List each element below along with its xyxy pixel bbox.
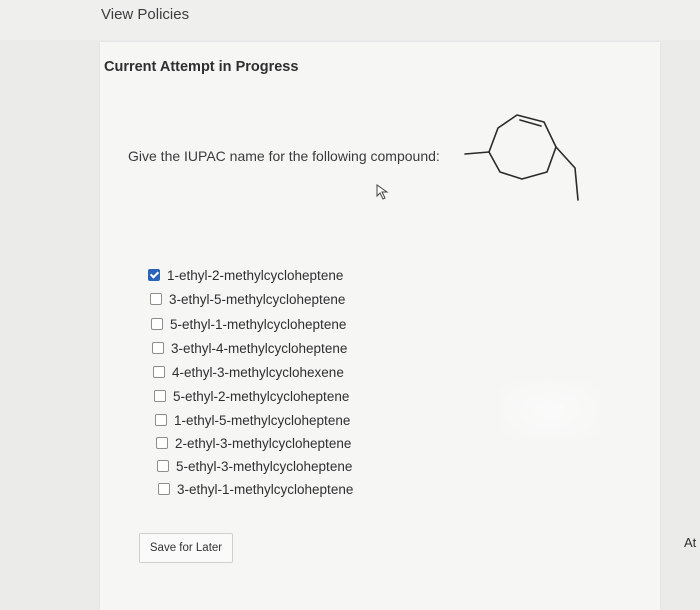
choice-label: 3-ethyl-5-methylcycloheptene [169, 291, 346, 307]
checkbox-checked-icon[interactable] [148, 269, 160, 281]
cycloheptene-ring [488, 114, 557, 180]
checkbox-icon[interactable] [156, 437, 168, 449]
choice-4[interactable]: 3-ethyl-4-methylcycloheptene [152, 338, 347, 358]
checkbox-icon[interactable] [153, 366, 165, 378]
choice-label: 1-ethyl-2-methylcycloheptene [167, 267, 344, 283]
choice-5[interactable]: 4-ethyl-3-methylcyclohexene [153, 362, 344, 382]
ethyl-chain [555, 146, 579, 201]
choice-9[interactable]: 5-ethyl-3-methylcycloheptene [157, 456, 352, 476]
choice-label: 4-ethyl-3-methylcyclohexene [172, 364, 344, 380]
choice-3[interactable]: 5-ethyl-1-methylcycloheptene [151, 314, 346, 334]
checkbox-icon[interactable] [152, 342, 164, 354]
choice-label: 5-ethyl-2-methylcycloheptene [173, 388, 350, 404]
checkbox-icon[interactable] [154, 390, 166, 402]
choice-label: 5-ethyl-3-methylcycloheptene [176, 458, 353, 474]
checkbox-icon[interactable] [155, 414, 167, 426]
choice-label: 1-ethyl-5-methylcycloheptene [174, 412, 351, 428]
question-prompt: Give the IUPAC name for the following co… [128, 148, 440, 164]
choice-label: 3-ethyl-4-methylcycloheptene [171, 340, 348, 356]
choice-7[interactable]: 1-ethyl-5-methylcycloheptene [155, 410, 350, 430]
choice-label: 5-ethyl-1-methylcycloheptene [170, 316, 347, 332]
mouse-pointer-icon [376, 184, 389, 200]
choice-6[interactable]: 5-ethyl-2-methylcycloheptene [154, 386, 349, 406]
molecule-structure-image [464, 114, 579, 201]
methyl-bond [464, 151, 490, 155]
choice-label: 3-ethyl-1-methylcycloheptene [177, 481, 354, 497]
save-for-later-button[interactable]: Save for Later [139, 533, 233, 563]
choice-1[interactable]: 1-ethyl-2-methylcycloheptene [148, 265, 343, 285]
cut-off-text: At [684, 535, 697, 550]
view-policies-link[interactable]: View Policies [101, 6, 189, 23]
attempt-heading: Current Attempt in Progress [104, 59, 299, 75]
choice-label: 2-ethyl-3-methylcycloheptene [175, 435, 352, 451]
checkbox-icon[interactable] [157, 460, 169, 472]
choice-2[interactable]: 3-ethyl-5-methylcycloheptene [150, 289, 345, 309]
choice-8[interactable]: 2-ethyl-3-methylcycloheptene [156, 433, 351, 453]
choice-10[interactable]: 3-ethyl-1-methylcycloheptene [158, 479, 353, 499]
checkbox-icon[interactable] [158, 483, 170, 495]
checkbox-icon[interactable] [151, 318, 163, 330]
checkbox-icon[interactable] [150, 293, 162, 305]
